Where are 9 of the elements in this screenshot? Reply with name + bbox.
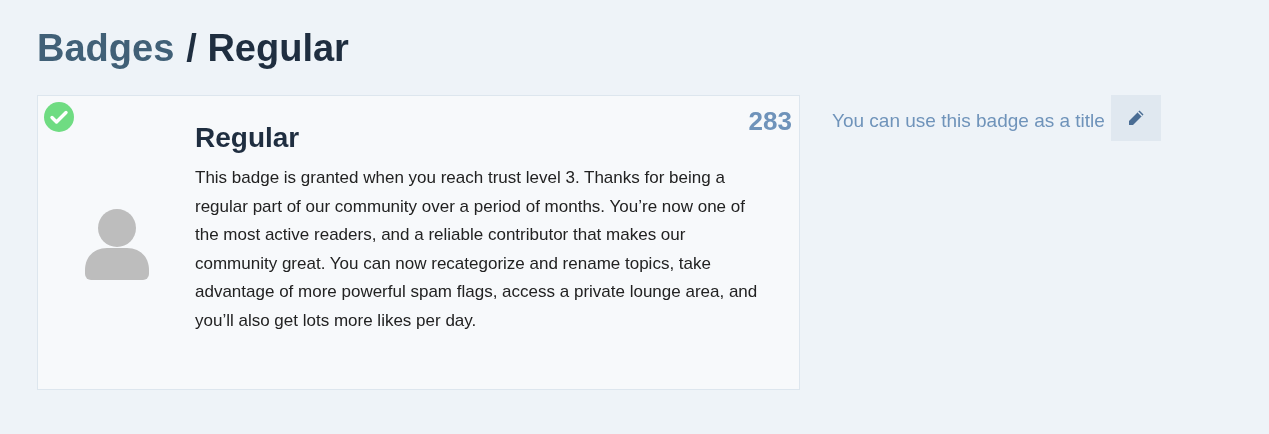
grant-count: 283: [748, 106, 792, 137]
badge-name: Regular: [195, 122, 301, 154]
breadcrumb-link[interactable]: Badges: [37, 27, 175, 69]
badge-description: This badge is granted when you reach trust level 3. Thanks for being a regular part of our community over a period of months. You’re now one of the most active readers, and a reliable contributor that makes our community great. You can now recategorize and rename topics, take advantage of more powerful spam flags, access a private lounge area, and you’ll also get lots more likes per day.: [195, 167, 759, 332]
pencil-icon: [1126, 109, 1145, 127]
edit-button[interactable]: [1110, 95, 1161, 141]
page-title: / Regular: [186, 27, 349, 69]
user-icon: [84, 207, 149, 280]
title-hint: You can use this badge as a title: [832, 110, 1105, 132]
